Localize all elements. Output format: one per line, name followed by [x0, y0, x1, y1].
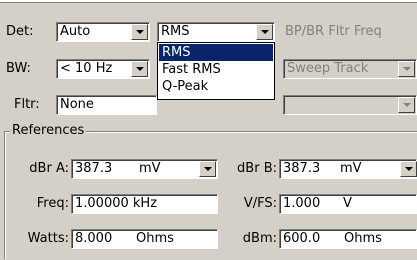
- sweep-track-select: Sweep Track: [283, 59, 417, 79]
- watts-value: 8.000: [75, 231, 113, 246]
- dbrb-value: 387.3: [283, 161, 321, 176]
- chevron-down-icon: [403, 67, 411, 71]
- filter-freq-dropdown-button: [398, 97, 415, 113]
- vfs-unit: V: [343, 196, 352, 211]
- bw-label: BW:: [6, 61, 31, 76]
- bp-br-filter-freq-label: BP/BR Fltr Freq: [285, 24, 382, 39]
- dropdown-option-rms[interactable]: RMS: [159, 44, 273, 61]
- chevron-down-icon: [204, 167, 212, 171]
- det-label: Det:: [6, 24, 34, 39]
- filter-freq-select: [283, 95, 417, 115]
- vfs-label: V/FS:: [243, 196, 277, 211]
- dbrb-label: dBr B:: [237, 161, 277, 176]
- watts-label: Watts:: [27, 231, 69, 246]
- bw-dropdown-button[interactable]: [131, 61, 148, 77]
- det-select[interactable]: Auto: [56, 22, 150, 42]
- freq-value: 1.00000 kHz: [75, 196, 158, 211]
- vfs-value: 1.000: [283, 196, 321, 211]
- fltr-select[interactable]: None: [56, 95, 157, 115]
- dbm-unit: Ohms: [344, 231, 382, 246]
- dbrb-dropdown-button[interactable]: [400, 161, 417, 177]
- dbm-field[interactable]: 600.0 Ohms: [279, 229, 417, 249]
- fltr-label: Fltr:: [14, 97, 40, 112]
- chevron-down-icon: [261, 30, 269, 34]
- dbra-label: dBr A:: [29, 161, 69, 176]
- dbm-value: 600.0: [283, 231, 321, 246]
- det-value: Auto: [60, 24, 91, 39]
- bw-select[interactable]: < 10 Hz: [56, 59, 150, 79]
- detector-dropdown-button[interactable]: [256, 24, 273, 40]
- detector-dropdown-list: RMS Fast RMS Q-Peak: [157, 42, 275, 100]
- dbm-label: dBm:: [242, 231, 277, 246]
- freq-label: Freq:: [36, 196, 69, 211]
- dropdown-option-fast-rms[interactable]: Fast RMS: [159, 61, 273, 78]
- dbrb-unit: mV: [340, 161, 362, 176]
- top-border: [0, 0, 417, 3]
- dbra-dropdown-button[interactable]: [199, 161, 216, 177]
- bw-value: < 10 Hz: [60, 61, 113, 76]
- references-title: References: [10, 123, 87, 139]
- sweep-track-dropdown-button: [398, 61, 415, 77]
- chevron-down-icon: [405, 167, 413, 171]
- det-dropdown-button[interactable]: [131, 24, 148, 40]
- freq-field[interactable]: 1.00000 kHz: [71, 194, 218, 214]
- vfs-field[interactable]: 1.000 V: [279, 194, 417, 214]
- watts-unit: Ohms: [136, 231, 174, 246]
- dbra-value: 387.3: [75, 161, 113, 176]
- chevron-down-icon: [136, 67, 144, 71]
- detector-select[interactable]: RMS: [157, 22, 275, 42]
- dropdown-option-q-peak[interactable]: Q-Peak: [159, 78, 273, 95]
- references-left-highlight: [5, 132, 6, 259]
- detector-value: RMS: [161, 24, 190, 39]
- fltr-value: None: [60, 97, 94, 112]
- chevron-down-icon: [136, 30, 144, 34]
- sweep-track-value: Sweep Track: [287, 61, 369, 76]
- dbra-unit: mV: [139, 161, 161, 176]
- chevron-down-icon: [403, 103, 411, 107]
- dbra-field[interactable]: 387.3 mV: [71, 159, 218, 179]
- watts-field[interactable]: 8.000 Ohms: [71, 229, 218, 249]
- dbrb-field[interactable]: 387.3 mV: [279, 159, 417, 179]
